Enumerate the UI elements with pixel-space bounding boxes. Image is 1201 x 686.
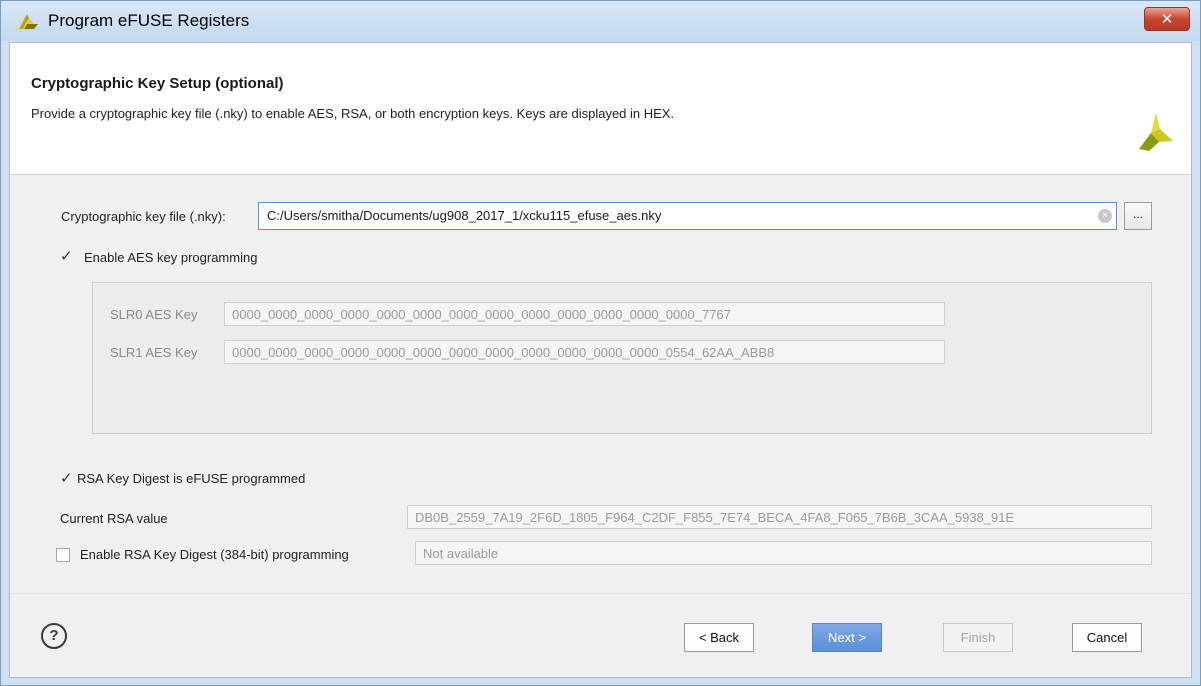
rsa-programmed-check-icon: ✓: [60, 470, 73, 487]
title-bar: Program eFUSE Registers ✕: [1, 1, 1200, 41]
footer-separator: [10, 593, 1191, 594]
next-button[interactable]: Next >: [812, 623, 882, 652]
browse-button[interactable]: ...: [1124, 202, 1152, 230]
current-rsa-label: Current RSA value: [60, 511, 168, 526]
close-button[interactable]: ✕: [1144, 7, 1190, 31]
clear-icon[interactable]: ×: [1098, 209, 1112, 223]
close-icon: ✕: [1160, 11, 1174, 28]
slr1-aes-key-label: SLR1 AES Key: [110, 345, 198, 360]
key-file-label: Cryptographic key file (.nky):: [61, 209, 226, 224]
aes-enable-checkbox[interactable]: ✓: [60, 249, 74, 264]
slr0-aes-key-label: SLR0 AES Key: [110, 307, 198, 322]
dialog-window: Program eFUSE Registers ✕ Cryptographic …: [0, 0, 1201, 686]
finish-button[interactable]: Finish: [943, 623, 1013, 652]
key-file-input[interactable]: C:/Users/smitha/Documents/ug908_2017_1/x…: [258, 202, 1117, 230]
current-rsa-field: DB0B_2559_7A19_2F6D_1805_F964_C2DF_F855_…: [407, 505, 1152, 529]
xilinx-logo-icon: [1139, 113, 1173, 151]
page-title: Cryptographic Key Setup (optional): [31, 75, 284, 92]
xilinx-logo-icon: [19, 14, 38, 29]
page-description: Provide a cryptographic key file (.nky) …: [31, 106, 675, 121]
slr0-aes-key-field: 0000_0000_0000_0000_0000_0000_0000_0000_…: [224, 302, 945, 326]
rsa-enable-label: Enable RSA Key Digest (384-bit) programm…: [80, 547, 349, 562]
slr1-aes-key-field: 0000_0000_0000_0000_0000_0000_0000_0000_…: [224, 340, 945, 364]
rsa-enable-checkbox[interactable]: [56, 548, 70, 562]
page-header: Cryptographic Key Setup (optional) Provi…: [10, 43, 1191, 175]
cancel-button[interactable]: Cancel: [1072, 623, 1142, 652]
back-button[interactable]: < Back: [684, 623, 754, 652]
aes-enable-label: Enable AES key programming: [84, 250, 258, 265]
rsa-status-label: RSA Key Digest is eFUSE programmed: [77, 471, 306, 486]
help-icon[interactable]: ?: [41, 623, 67, 649]
dialog-content: Cryptographic Key Setup (optional) Provi…: [9, 42, 1192, 678]
rsa-new-value-field: Not available: [415, 541, 1152, 565]
window-title: Program eFUSE Registers: [48, 11, 250, 30]
aes-key-panel: SLR0 AES Key 0000_0000_0000_0000_0000_00…: [92, 282, 1152, 434]
